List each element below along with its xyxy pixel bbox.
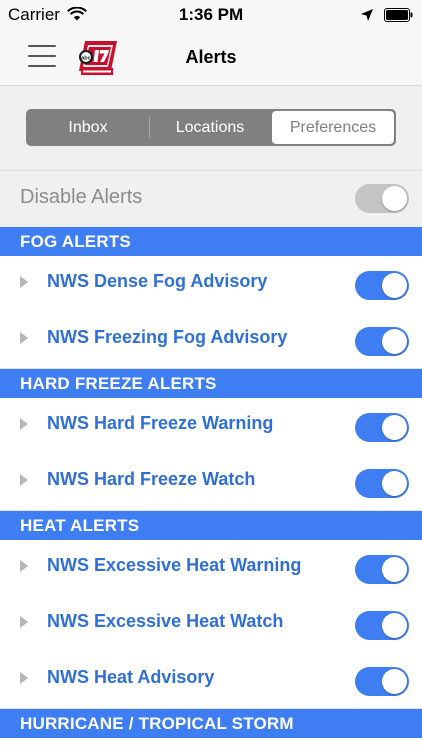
alert-toggle[interactable] bbox=[355, 611, 409, 640]
tab-bar-area: Inbox Locations Preferences bbox=[0, 86, 422, 171]
list-item[interactable]: NWS Excessive Heat Watch bbox=[0, 596, 422, 653]
alert-label: NWS Excessive Heat Warning bbox=[47, 555, 302, 575]
disclosure-caret-icon[interactable] bbox=[20, 418, 28, 430]
disclosure-caret-icon[interactable] bbox=[20, 332, 28, 344]
disclosure-caret-icon[interactable] bbox=[20, 616, 28, 628]
alert-toggle[interactable] bbox=[355, 469, 409, 498]
alert-toggle[interactable] bbox=[355, 271, 409, 300]
segmented-control: Inbox Locations Preferences bbox=[26, 109, 396, 146]
disclosure-caret-icon[interactable] bbox=[20, 276, 28, 288]
alert-toggle[interactable] bbox=[355, 667, 409, 696]
disable-alerts-toggle[interactable] bbox=[355, 184, 409, 213]
alert-toggle[interactable] bbox=[355, 413, 409, 442]
alert-toggle[interactable] bbox=[355, 555, 409, 584]
list-item[interactable]: NWS Heat Advisory bbox=[0, 652, 422, 709]
list-item[interactable]: NWS Freezing Fog Advisory bbox=[0, 312, 422, 369]
section-header-hard-freeze: HARD FREEZE ALERTS bbox=[0, 369, 422, 398]
alert-label: NWS Heat Advisory bbox=[47, 667, 215, 687]
list-item[interactable]: NWS Hard Freeze Warning bbox=[0, 398, 422, 455]
disable-alerts-row: Disable Alerts bbox=[0, 171, 422, 227]
navigation-bar: abc Alerts bbox=[0, 30, 422, 86]
alert-label: NWS Excessive Heat Watch bbox=[47, 611, 284, 631]
alert-label: NWS Freezing Fog Advisory bbox=[47, 327, 288, 347]
tab-locations[interactable]: Locations bbox=[149, 110, 271, 145]
alert-label: NWS Hard Freeze Watch bbox=[47, 469, 256, 489]
status-time: 1:36 PM bbox=[178, 5, 244, 24]
list-item[interactable]: NWS Excessive Heat Warning bbox=[0, 540, 422, 597]
alert-label: NWS Hard Freeze Warning bbox=[47, 413, 274, 433]
battery-icon bbox=[384, 8, 413, 22]
list-item[interactable]: NWS Hard Freeze Watch bbox=[0, 454, 422, 511]
disclosure-caret-icon[interactable] bbox=[20, 672, 28, 684]
disable-alerts-label: Disable Alerts bbox=[20, 186, 143, 208]
tab-inbox[interactable]: Inbox bbox=[27, 110, 149, 145]
disclosure-caret-icon[interactable] bbox=[20, 560, 28, 572]
page-title: Alerts bbox=[185, 47, 237, 67]
disclosure-caret-icon[interactable] bbox=[20, 474, 28, 486]
alert-label: NWS Dense Fog Advisory bbox=[47, 271, 268, 291]
section-header-hurricane: HURRICANE / TROPICAL STORM bbox=[0, 709, 422, 738]
section-header-heat: HEAT ALERTS bbox=[0, 511, 422, 540]
section-header-fog: FOG ALERTS bbox=[0, 227, 422, 256]
location-arrow-icon bbox=[361, 9, 373, 21]
list-item[interactable]: NWS Dense Fog Advisory bbox=[0, 256, 422, 313]
status-bar: Carrier 1:36 PM bbox=[0, 0, 422, 30]
tab-preferences[interactable]: Preferences bbox=[272, 111, 394, 144]
alert-toggle[interactable] bbox=[355, 327, 409, 356]
